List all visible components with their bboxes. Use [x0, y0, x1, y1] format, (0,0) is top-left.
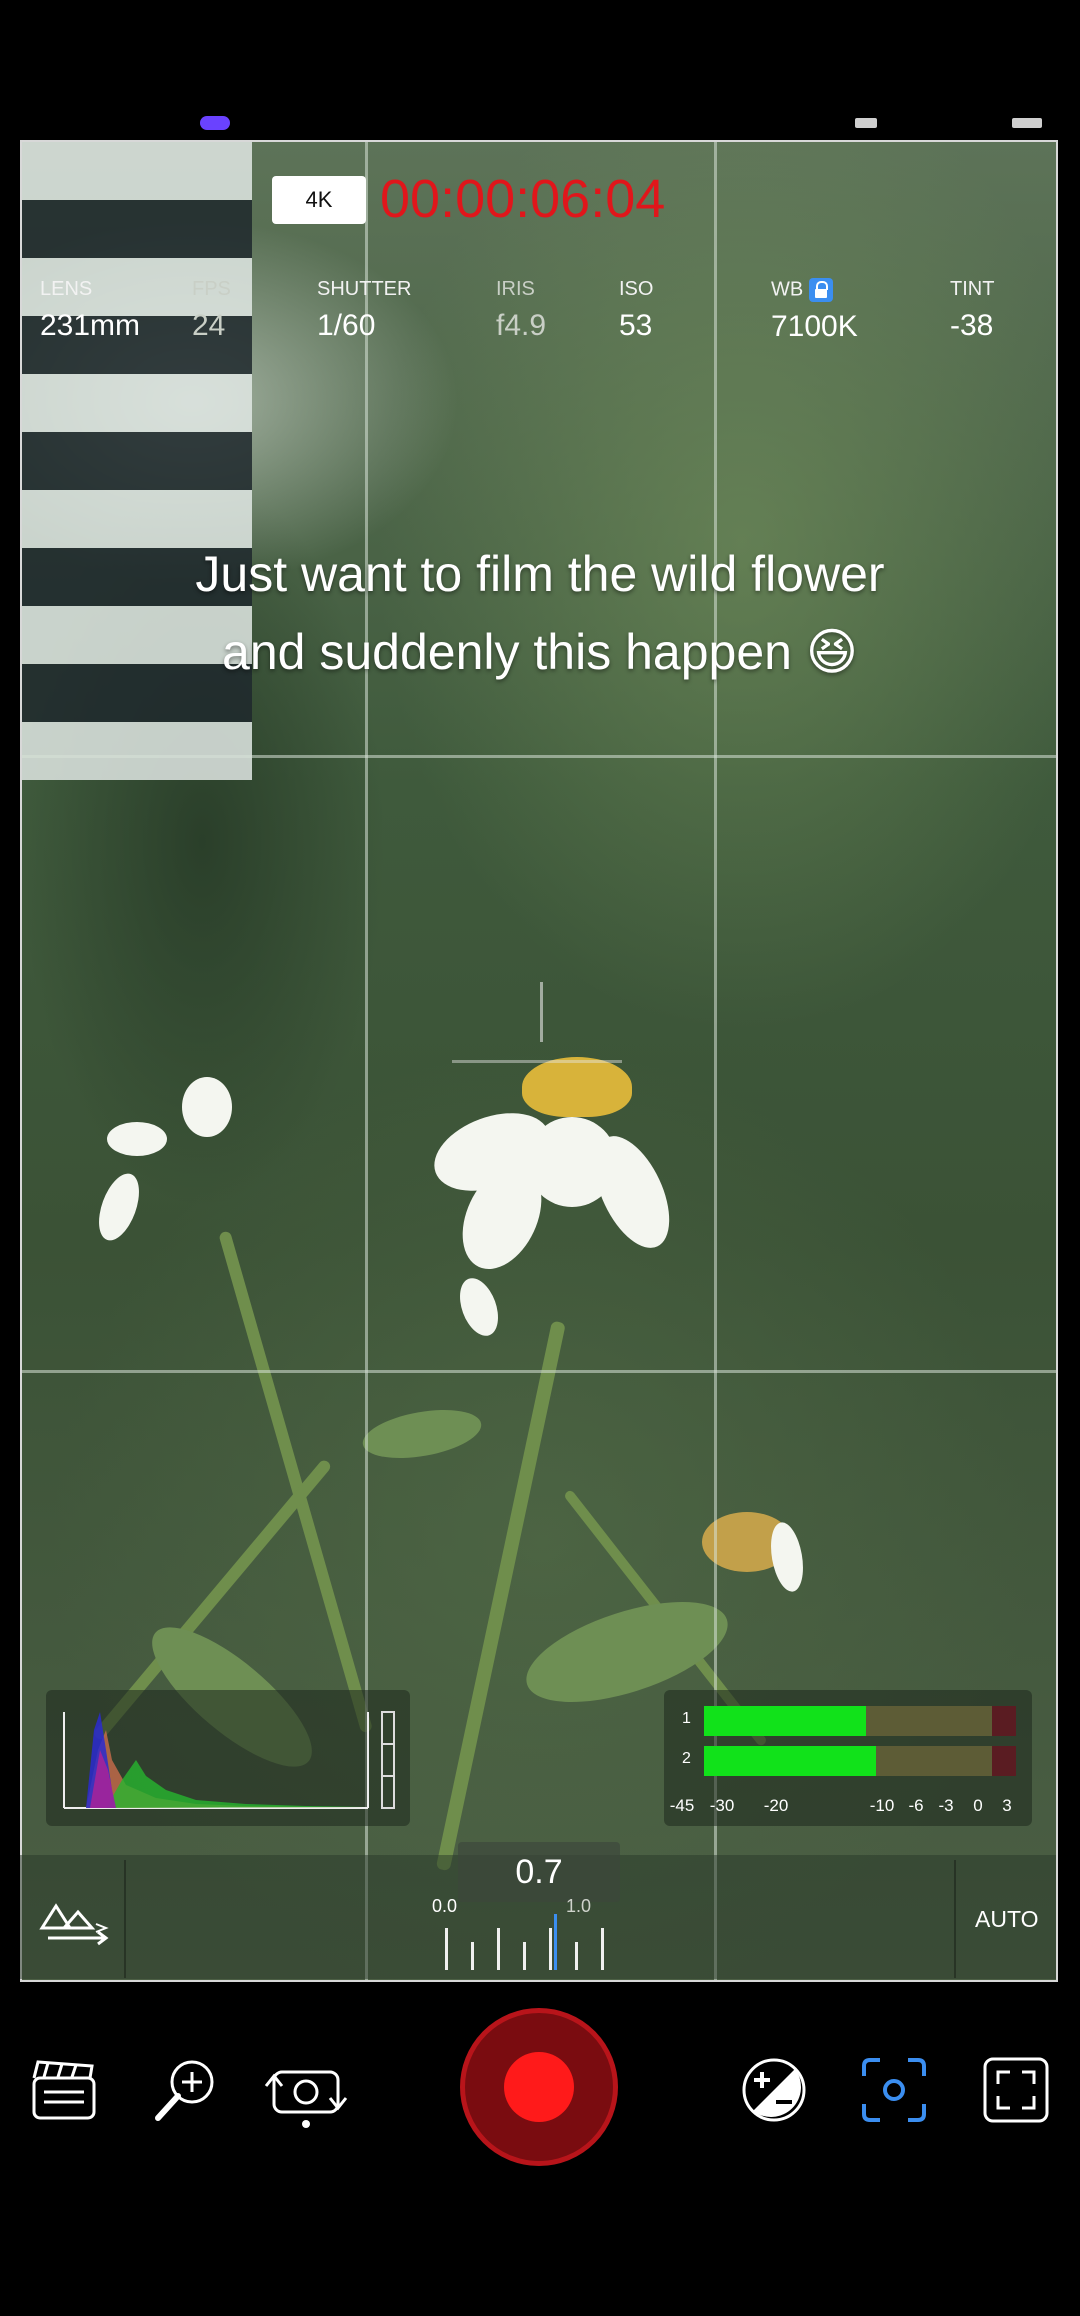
slider-tick — [549, 1928, 552, 1970]
slider-tick — [601, 1928, 604, 1970]
audio-scale-label: 3 — [1002, 1796, 1012, 1815]
fullscreen-icon[interactable] — [982, 2056, 1050, 2124]
meter-channel-label: 1 — [682, 1710, 691, 1727]
timecode: 00:00:06:04 — [380, 169, 666, 229]
focus-slider[interactable] — [430, 1914, 610, 1976]
param-fps[interactable]: FPS 24 — [192, 278, 231, 343]
audio-scale-label: -30 — [709, 1796, 735, 1815]
audio-meter-channel-1 — [704, 1706, 1016, 1736]
param-value: 53 — [619, 309, 653, 342]
flower-petal — [182, 1077, 232, 1137]
status-indicator-icon — [200, 116, 230, 130]
slider-tick — [497, 1928, 500, 1970]
zoom-in-icon[interactable] — [152, 2056, 220, 2124]
divider — [124, 1860, 126, 1978]
resolution-badge[interactable]: 4K — [272, 176, 366, 224]
audio-scale-label: -3 — [938, 1796, 954, 1815]
divider — [954, 1860, 956, 1978]
grid-line — [22, 1370, 1056, 1373]
exposure-icon[interactable] — [740, 2056, 808, 2124]
focus-max-label: 1.0 — [566, 1896, 592, 1916]
audio-level-bar — [704, 1706, 867, 1736]
slider-tick — [445, 1928, 448, 1970]
focus-value-readout: 0.7 — [458, 1842, 620, 1902]
param-value: 24 — [192, 309, 226, 342]
param-label: ISO — [619, 278, 654, 300]
background-shirt-stripe — [22, 200, 252, 258]
param-value: 231mm — [40, 309, 141, 342]
param-value: 7100K — [771, 310, 858, 343]
slider-tick — [523, 1942, 526, 1970]
param-label: IRIS — [496, 278, 535, 300]
background-shirt-stripe — [22, 432, 252, 490]
background-shirt-stripe — [22, 374, 252, 432]
audio-scale-label: -20 — [763, 1796, 789, 1815]
flower-center — [522, 1057, 632, 1117]
caption-line: Just want to film the wild flower — [195, 546, 885, 602]
audio-level-bar — [704, 1746, 876, 1776]
param-label: FPS — [192, 278, 231, 300]
param-shutter[interactable]: SHUTTER 1/60 — [317, 278, 411, 343]
focus-min-label: 0.0 — [432, 1896, 458, 1916]
clapperboard-icon[interactable] — [30, 2056, 98, 2124]
param-value: -38 — [950, 309, 994, 342]
audio-scale-label: -45 — [669, 1796, 695, 1815]
audio-scale-label: -10 — [869, 1796, 895, 1815]
param-label: TINT — [950, 278, 995, 300]
slider-tick — [575, 1942, 578, 1970]
histogram-graph — [63, 1711, 395, 1809]
center-crosshair — [452, 1060, 622, 1063]
lock-icon[interactable] — [809, 278, 834, 302]
flower-bud — [452, 1272, 506, 1342]
param-iris[interactable]: IRIS f4.9 — [496, 278, 546, 343]
focus-target-icon[interactable] — [860, 2056, 928, 2124]
audio-scale-label: 0 — [973, 1796, 983, 1815]
grid-line — [22, 755, 1056, 758]
param-lens[interactable]: LENS 231mm — [40, 278, 140, 343]
slider-tick — [471, 1942, 474, 1970]
laughing-emoji-icon: 😆 — [805, 624, 858, 680]
focus-peaking-icon[interactable] — [38, 1892, 110, 1948]
focus-slider-indicator[interactable] — [554, 1914, 558, 1970]
flower-stem — [218, 1230, 374, 1734]
flower-petal — [107, 1122, 167, 1156]
flower-stem — [435, 1320, 566, 1872]
flower-petal — [766, 1519, 808, 1595]
audio-scale-label: -6 — [908, 1796, 924, 1815]
flower-petal — [91, 1168, 147, 1246]
param-value: 1/60 — [317, 309, 376, 342]
param-label: LENS — [40, 278, 93, 300]
param-value: f4.9 — [496, 309, 547, 342]
param-iso[interactable]: ISO 53 — [619, 278, 653, 343]
param-tint[interactable]: TINT -38 — [950, 278, 994, 343]
param-label: WB — [771, 278, 804, 301]
auto-focus-button[interactable]: AUTO — [975, 1906, 1038, 1933]
audio-clip-zone — [992, 1746, 1016, 1776]
audio-meter-channel-2 — [704, 1746, 1016, 1776]
battery-icon — [1012, 118, 1042, 128]
camera-switch-icon[interactable] — [264, 2056, 348, 2128]
param-label: SHUTTER — [317, 278, 412, 300]
background-shirt-stripe — [22, 142, 252, 200]
meter-channel-label: 2 — [682, 1750, 691, 1767]
caption-line: and suddenly this happen — [222, 624, 792, 680]
record-button-indicator[interactable] — [504, 2052, 574, 2122]
flower-leaf — [359, 1401, 485, 1467]
background-shirt-stripe — [22, 722, 252, 780]
audio-clip-zone — [992, 1706, 1016, 1736]
status-icon — [855, 118, 877, 128]
param-wb[interactable]: WB 7100K — [771, 278, 858, 344]
histogram-panel[interactable] — [46, 1690, 410, 1826]
video-caption: Just want to film the wild flower and su… — [0, 535, 1080, 691]
center-crosshair — [540, 982, 543, 1042]
audio-meter-panel[interactable]: 1 2 -45 -30 -20 -10 -6 -3 0 3 — [664, 1690, 1032, 1826]
